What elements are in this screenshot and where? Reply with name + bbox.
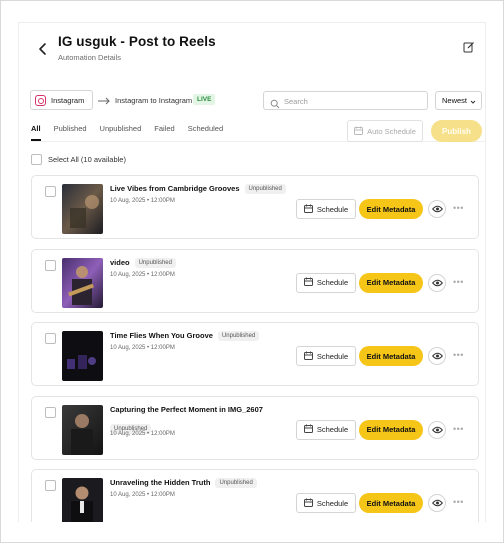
instagram-source-pill[interactable]: Instagram: [30, 90, 94, 110]
eye-icon: [431, 421, 443, 439]
edit-metadata-button[interactable]: Edit Metadata: [359, 346, 423, 366]
status-badge: Unpublished: [134, 257, 176, 268]
post-card: Capturing the Perfect Moment in IMG_2607…: [31, 395, 479, 460]
schedule-button[interactable]: Schedule: [296, 419, 356, 440]
post-date: 10 Aug, 2025 • 12:00PM: [110, 492, 175, 498]
post-card: Time Flies When You Groove Unpublished 10…: [31, 322, 479, 386]
post-card: video Unpublished 10 Aug, 2025 • 12:00PM …: [31, 248, 479, 313]
eye-icon: [431, 274, 443, 292]
post-date: 10 Aug, 2025 • 12:00PM: [110, 345, 175, 351]
edit-metadata-button[interactable]: Edit Metadata: [359, 272, 423, 293]
more-icon[interactable]: •••: [453, 277, 464, 287]
instagram-icon: [35, 94, 46, 106]
publish-button[interactable]: Publish: [431, 120, 482, 142]
post-thumbnail: [62, 331, 103, 381]
select-all-row[interactable]: Select All (10 available): [31, 154, 126, 165]
select-all-checkbox[interactable]: [31, 154, 42, 165]
post-list: Live Vibes from Cambridge Grooves Unpubli…: [31, 175, 479, 522]
status-badge: Unpublished: [215, 478, 257, 488]
auto-schedule-button[interactable]: Auto Schedule: [347, 120, 423, 142]
status-tabs: All Published Unpublished Failed Schedul…: [31, 124, 236, 141]
post-checkbox[interactable]: [45, 259, 56, 271]
arrow-right-icon: [97, 93, 111, 105]
calendar-icon: [303, 204, 313, 215]
calendar-icon: [303, 351, 313, 362]
post-date: 10 Aug, 2025 • 12:00PM: [110, 198, 175, 204]
preview-button[interactable]: [428, 347, 446, 365]
edit-metadata-button[interactable]: Edit Metadata: [359, 419, 423, 440]
search-input[interactable]: [284, 94, 422, 108]
tab-all[interactable]: All: [31, 124, 41, 141]
schedule-button[interactable]: Schedule: [296, 493, 356, 513]
status-badge: Unpublished: [217, 331, 260, 341]
eye-icon: [431, 494, 443, 512]
post-thumbnail: [62, 478, 103, 522]
post-card: Unraveling the Hidden Truth Unpublished 1…: [31, 469, 479, 522]
post-title: Live Vibes from Cambridge Grooves Unpubli…: [110, 184, 286, 194]
tab-published[interactable]: Published: [54, 124, 87, 140]
post-title: Capturing the Perfect Moment in IMG_2607: [110, 404, 263, 414]
edit-metadata-button[interactable]: Edit Metadata: [359, 199, 423, 219]
post-thumbnail: [62, 404, 103, 455]
more-icon[interactable]: •••: [453, 497, 464, 507]
tab-scheduled[interactable]: Scheduled: [188, 124, 223, 140]
post-card: Live Vibes from Cambridge Grooves Unpubli…: [31, 175, 479, 239]
preview-button[interactable]: [428, 200, 446, 218]
chevron-down-icon: [470, 98, 476, 104]
post-title: video Unpublished: [110, 257, 176, 268]
more-icon[interactable]: •••: [453, 424, 464, 434]
post-checkbox[interactable]: [45, 406, 56, 418]
preview-button[interactable]: [428, 420, 446, 439]
search-box[interactable]: [263, 91, 428, 110]
page-subtitle: Automation Details: [58, 53, 121, 62]
calendar-icon: [354, 126, 364, 137]
post-checkbox[interactable]: [45, 333, 56, 344]
post-thumbnail: [62, 184, 103, 234]
automation-panel: IG usguk - Post to Reels Automation Deta…: [18, 22, 486, 522]
schedule-button[interactable]: Schedule: [296, 199, 356, 219]
page-title: IG usguk - Post to Reels: [58, 34, 216, 49]
route-label: Instagram to Instagram: [115, 96, 193, 105]
back-arrow-icon[interactable]: [37, 42, 49, 56]
calendar-icon: [303, 424, 313, 435]
sort-selected-value: Newest: [442, 96, 468, 105]
preview-button[interactable]: [428, 494, 446, 512]
preview-button[interactable]: [428, 273, 446, 292]
edit-icon[interactable]: [463, 40, 475, 53]
post-title: Time Flies When You Groove Unpublished: [110, 331, 260, 341]
source-label: Instagram: [51, 95, 85, 105]
post-title: Unraveling the Hidden Truth Unpublished: [110, 478, 257, 488]
edit-metadata-button[interactable]: Edit Metadata: [359, 493, 423, 513]
post-checkbox[interactable]: [45, 186, 56, 197]
schedule-button[interactable]: Schedule: [296, 346, 356, 366]
post-date: 10 Aug, 2025 • 12:00PM: [110, 271, 175, 278]
schedule-button[interactable]: Schedule: [296, 272, 356, 293]
eye-icon: [431, 347, 443, 365]
post-checkbox[interactable]: [45, 480, 56, 491]
tab-unpublished[interactable]: Unpublished: [100, 124, 142, 140]
post-date: 10 Aug, 2025 • 12:00PM: [110, 430, 175, 437]
more-icon[interactable]: •••: [453, 350, 464, 360]
tab-failed[interactable]: Failed: [154, 124, 174, 140]
calendar-icon: [303, 277, 313, 288]
select-all-label: Select All (10 available): [48, 155, 126, 164]
eye-icon: [431, 200, 443, 218]
calendar-icon: [303, 498, 313, 509]
live-badge: LIVE: [193, 94, 216, 105]
more-icon[interactable]: •••: [453, 203, 464, 213]
post-thumbnail: [62, 257, 103, 308]
sort-select[interactable]: Newest: [435, 91, 482, 110]
auto-schedule-label: Auto Schedule: [367, 126, 416, 136]
status-badge: Unpublished: [244, 184, 286, 194]
search-icon: [270, 96, 280, 109]
